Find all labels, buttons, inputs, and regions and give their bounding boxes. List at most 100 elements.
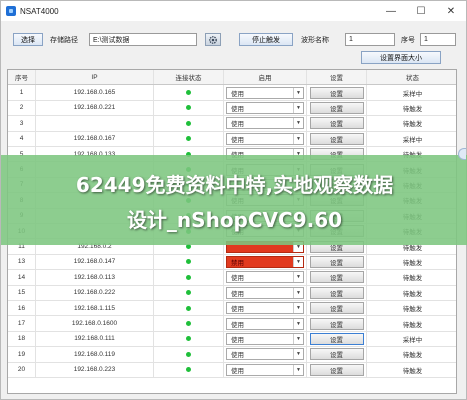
row-enable: 使用 ▼ — [224, 301, 307, 316]
table-row[interactable]: 15 192.168.0.222 使用 ▼ 设置 待触发 — [8, 285, 456, 301]
enable-select-value: 使用 — [231, 290, 244, 298]
chevron-down-icon[interactable]: ▼ — [293, 102, 303, 113]
chevron-down-icon[interactable]: ▼ — [293, 333, 303, 344]
chevron-down-icon[interactable]: ▼ — [293, 303, 303, 314]
chevron-down-icon[interactable]: ▼ — [293, 87, 303, 98]
table-row[interactable]: 16 192.168.1.115 使用 ▼ 设置 待触发 — [8, 301, 456, 317]
row-enable: 使用 ▼ — [224, 362, 307, 377]
enable-select[interactable]: 使用 ▼ — [226, 286, 304, 299]
maximize-button[interactable]: ☐ — [406, 1, 436, 21]
row-settings: 设置 — [307, 254, 367, 270]
enable-select[interactable]: 使用 ▼ — [226, 271, 304, 284]
chevron-down-icon[interactable]: ▼ — [293, 287, 303, 298]
table-row[interactable]: 1 192.168.0.165 使用 ▼ 设置 采样中 — [8, 85, 456, 101]
title-bar: NSAT4000 — ☐ ✕ — [1, 1, 466, 21]
close-button[interactable]: ✕ — [436, 1, 466, 21]
choose-path-button[interactable]: 选择 — [13, 33, 43, 46]
stop-trigger-button[interactable]: 停止触发 — [239, 33, 293, 46]
row-connection — [154, 270, 224, 285]
row-status: 待触发 — [402, 306, 423, 314]
chevron-down-icon[interactable]: ▼ — [293, 318, 303, 329]
table-row[interactable]: 3 使用 ▼ 设置 待触发 — [8, 116, 456, 132]
set-ui-size-button[interactable]: 设置界面大小 — [361, 51, 441, 64]
enable-select[interactable]: 使用 ▼ — [226, 348, 304, 361]
row-number: 4 — [8, 131, 36, 146]
row-settings-button[interactable]: 设置 — [309, 332, 364, 345]
row-ip: 192.168.0.165 — [36, 85, 154, 100]
header-settings: 设置 — [307, 70, 367, 85]
banner-line-2: 设计_nShopCVC9.60 — [126, 208, 343, 232]
row-settings: 设置 — [307, 301, 367, 316]
enable-select-value: 使用 — [231, 367, 244, 375]
enable-select[interactable]: 禁用 ▼ — [226, 255, 304, 268]
minimize-button[interactable]: — — [376, 1, 406, 21]
row-enable: 使用 ▼ — [224, 316, 307, 331]
save-path-input[interactable]: E:\测试数据 — [89, 33, 197, 46]
row-connection — [154, 331, 224, 347]
row-settings-button[interactable]: 设置 — [309, 286, 364, 299]
table-row[interactable]: 20 192.168.0.223 使用 ▼ 设置 待触发 — [8, 362, 456, 378]
row-enable: 使用 ▼ — [224, 100, 307, 116]
table-row[interactable]: 13 192.168.0.147 禁用 ▼ 设置 待触发 — [8, 254, 456, 271]
table-row[interactable]: 17 192.168.0.1600 使用 ▼ 设置 待触发 — [8, 316, 456, 332]
row-settings-button[interactable]: 设置 — [309, 255, 364, 268]
row-settings-button[interactable]: 设置 — [309, 132, 364, 145]
row-settings-button[interactable]: 设置 — [309, 86, 364, 99]
row-ip: 192.168.0.111 — [36, 331, 154, 347]
row-enable: 禁用 ▼ — [224, 254, 307, 270]
row-settings: 设置 — [307, 347, 367, 362]
row-settings: 设置 — [307, 362, 367, 377]
connected-status-icon — [186, 120, 191, 126]
row-settings: 设置 — [307, 131, 367, 146]
row-connection — [154, 347, 224, 362]
toolbar: 选择 存储路径 E:\测试数据 停止触发 波形名称 1 序号 1 设置界面大小 — [1, 29, 466, 69]
chevron-down-icon[interactable]: ▼ — [293, 364, 303, 375]
row-settings-button[interactable]: 设置 — [309, 363, 364, 376]
enable-select-value: 使用 — [231, 90, 244, 98]
enable-select-value: 使用 — [231, 275, 244, 283]
enable-select[interactable]: 使用 ▼ — [226, 302, 304, 315]
row-number: 18 — [8, 331, 36, 347]
row-settings-button[interactable]: 设置 — [309, 271, 364, 284]
header-enable: 启用 — [224, 70, 307, 85]
header-status: 状态 — [406, 75, 419, 83]
enable-select[interactable]: 使用 ▼ — [226, 101, 304, 114]
row-settings-button[interactable]: 设置 — [309, 317, 364, 330]
table-row[interactable]: 18 192.168.0.111 使用 ▼ 设置 采样中 — [8, 331, 456, 348]
chevron-down-icon[interactable]: ▼ — [293, 118, 303, 129]
row-settings-button[interactable]: 设置 — [309, 117, 364, 130]
chevron-down-icon[interactable]: ▼ — [293, 256, 303, 267]
sequence-input[interactable]: 1 — [420, 33, 456, 46]
enable-select[interactable]: 使用 ▼ — [226, 363, 304, 376]
row-ip: 192.168.0.222 — [36, 285, 154, 300]
table-row[interactable]: 14 192.168.0.113 使用 ▼ 设置 待触发 — [8, 270, 456, 286]
enable-select[interactable]: 使用 ▼ — [226, 332, 304, 345]
table-row[interactable]: 2 192.168.0.221 使用 ▼ 设置 待触发 — [8, 100, 456, 117]
connected-status-icon — [186, 321, 191, 327]
row-settings-button[interactable]: 设置 — [309, 348, 364, 361]
chevron-down-icon[interactable]: ▼ — [293, 349, 303, 360]
row-number: 16 — [8, 301, 36, 316]
table-row[interactable]: 4 192.168.0.167 使用 ▼ 设置 采样中 — [8, 131, 456, 147]
table-row[interactable]: 19 192.168.0.119 使用 ▼ 设置 待触发 — [8, 347, 456, 363]
enable-select-value: 使用 — [231, 306, 244, 314]
row-status: 待触发 — [402, 121, 423, 129]
header-connection: 连接状态 — [154, 70, 224, 85]
connected-status-icon — [186, 305, 191, 311]
side-scroll-tab-icon[interactable] — [458, 148, 466, 160]
settings-button[interactable] — [205, 33, 221, 46]
chevron-down-icon[interactable]: ▼ — [293, 133, 303, 144]
enable-select[interactable]: 使用 ▼ — [226, 86, 304, 99]
row-number: 2 — [8, 100, 36, 116]
enable-select[interactable]: 使用 ▼ — [226, 317, 304, 330]
enable-select[interactable]: 使用 ▼ — [226, 117, 304, 130]
window-controls: — ☐ ✕ — [376, 1, 466, 21]
waveform-name-input[interactable]: 1 — [345, 33, 395, 46]
enable-select-value: 使用 — [231, 136, 244, 144]
chevron-down-icon[interactable]: ▼ — [293, 272, 303, 283]
app-window: NSAT4000 — ☐ ✕ 选择 存储路径 E:\测试数据 停止触发 波形名称… — [0, 0, 467, 400]
row-settings-button[interactable]: 设置 — [309, 101, 364, 114]
row-settings-button[interactable]: 设置 — [309, 302, 364, 315]
row-status: 待触发 — [402, 290, 423, 298]
enable-select[interactable]: 使用 ▼ — [226, 132, 304, 145]
